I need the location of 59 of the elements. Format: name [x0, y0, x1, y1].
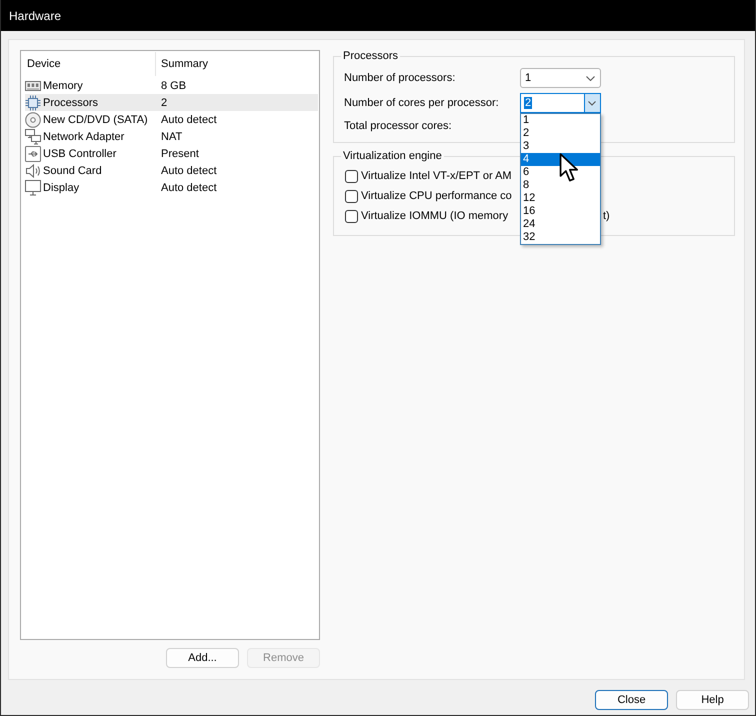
add-button[interactable]: Add... [166, 648, 239, 668]
device-summary: Present [160, 148, 199, 160]
chevron-down-icon[interactable] [586, 76, 595, 80]
group-title: Processors [342, 50, 400, 62]
device-row[interactable]: Processors 2 [25, 94, 318, 111]
combo-box[interactable]: 2 [520, 93, 601, 113]
field-label: Total processor cores: [344, 119, 452, 134]
device-name: Sound Card [43, 164, 102, 176]
device-summary: Auto detect [160, 182, 217, 194]
device-row[interactable]: Sound Card Auto detect [25, 162, 318, 179]
device-summary: 8 GB [160, 80, 186, 92]
disc-icon [25, 112, 41, 128]
dropdown-option[interactable]: 6 [521, 166, 600, 179]
computers-icon [25, 128, 41, 144]
window-title: Hardware [9, 8, 62, 22]
dropdown-option[interactable]: 8 [521, 179, 600, 192]
monitor-icon [25, 180, 41, 196]
speaker-icon [25, 162, 41, 178]
group-title: Virtualization engine [342, 150, 443, 162]
column-header[interactable]: Summary [155, 52, 318, 76]
device-row[interactable]: USB Controller Present [25, 145, 318, 162]
field-label: Number of processors: [344, 72, 456, 84]
checkbox-label: Virtualize Intel VT-x/EPT or AM [361, 170, 512, 182]
help-button[interactable]: Help [676, 690, 749, 710]
dropdown-option[interactable]: 12 [521, 192, 600, 205]
device-row[interactable]: Network Adapter NAT [25, 128, 318, 145]
device-name: Memory [43, 80, 83, 92]
combo-box[interactable]: 1 [520, 68, 601, 88]
device-summary: Auto detect [160, 114, 217, 126]
checkbox[interactable] [345, 170, 358, 182]
device-summary: 2 [160, 96, 168, 108]
checkbox-label: t) [602, 210, 610, 222]
checkbox[interactable] [345, 190, 358, 202]
dropdown-option[interactable]: 24 [521, 218, 600, 231]
device-name: Processors [43, 96, 98, 108]
mouse-pointer-icon [559, 153, 579, 182]
device-name: USB Controller [43, 148, 116, 160]
device-name: Display [43, 182, 80, 194]
checkbox-label: Virtualize CPU performance co [361, 190, 512, 202]
field-label: Number of cores per processor: [344, 97, 499, 109]
checkbox[interactable] [345, 210, 358, 222]
device-name: Network Adapter [43, 130, 124, 142]
dropdown-option[interactable]: 4 [521, 153, 600, 166]
device-summary: NAT [160, 130, 182, 142]
device-row[interactable]: New CD/DVD (SATA) Auto detect [25, 111, 318, 128]
device-row[interactable]: Display Auto detect [25, 179, 318, 196]
checkbox-label: Virtualize IOMMU (IO memory [361, 210, 508, 222]
chip-icon [25, 94, 41, 110]
dropdown-option[interactable]: 32 [521, 231, 600, 244]
dropdown-option[interactable]: 16 [521, 205, 600, 218]
device-name: New CD/DVD (SATA) [43, 114, 148, 126]
device-summary: Auto detect [160, 164, 217, 176]
dropdown-option[interactable]: 1 [521, 114, 600, 127]
close-button[interactable]: Close [595, 690, 668, 710]
dropdown-option[interactable]: 2 [521, 127, 600, 140]
device-row[interactable]: Memory 8 GB [25, 77, 318, 94]
dropdown-option[interactable]: 3 [521, 140, 600, 153]
chevron-down-icon[interactable] [584, 94, 600, 112]
column-header[interactable]: Device [21, 51, 155, 77]
